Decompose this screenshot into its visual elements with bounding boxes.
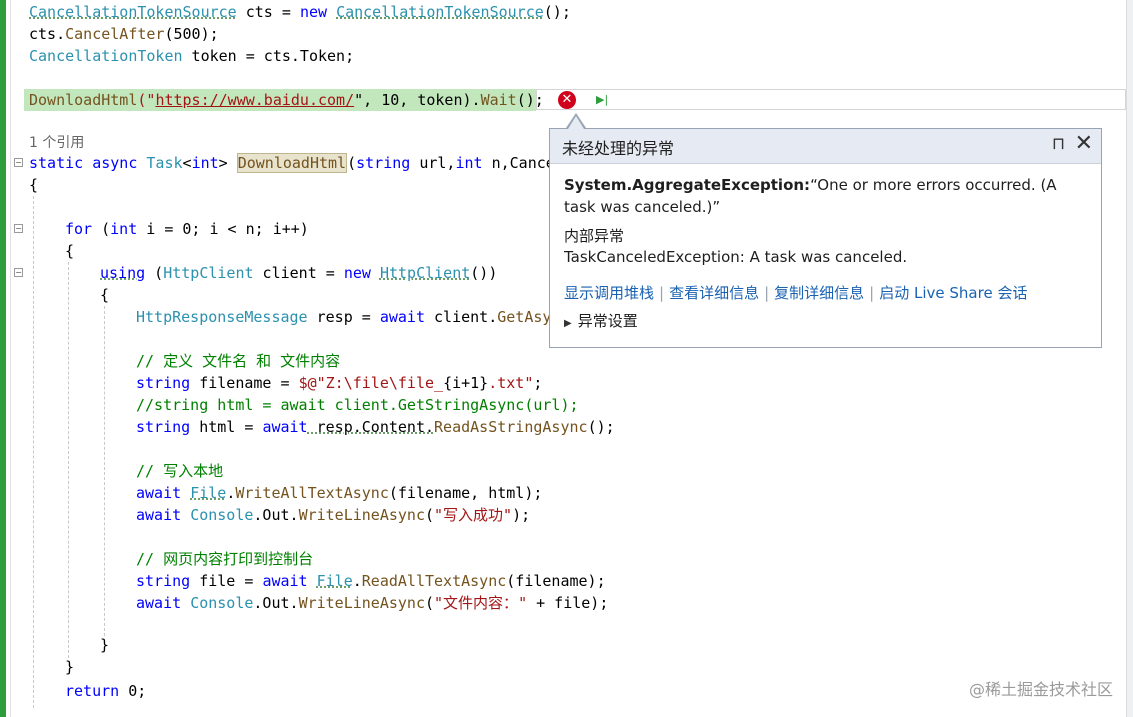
fold-toggle[interactable]: − [14, 158, 23, 167]
expand-triangle-icon: ▶ [564, 318, 572, 329]
indent-guide [104, 306, 105, 636]
editor-scrollbar-track[interactable] [1126, 0, 1133, 717]
error-circle-icon[interactable]: ✕ [558, 91, 576, 109]
code-line[interactable]: { [100, 284, 109, 306]
code-line[interactable]: static async Task<int> DownloadHtml(stri… [29, 152, 555, 174]
code-comment[interactable]: // 写入本地 [136, 460, 223, 482]
popup-pointer-inner [568, 116, 584, 129]
start-live-share-link[interactable]: 启动 Live Share 会话 [879, 284, 1027, 302]
indent-guide [68, 262, 69, 658]
code-line[interactable]: await Console.Out.WriteLineAsync("文件内容："… [136, 592, 608, 614]
code-line[interactable]: string filename = $@"Z:\file\file_{i+1}.… [136, 372, 542, 394]
code-line[interactable]: HttpResponseMessage resp = await client.… [136, 306, 551, 328]
indent-guide [33, 196, 34, 708]
code-line-current[interactable]: DownloadHtml("https://www.baidu.com/", 1… [29, 89, 544, 111]
copy-details-link[interactable]: 复制详细信息 [774, 284, 864, 302]
exception-settings-toggle[interactable]: ▶ 异常设置 [564, 310, 1087, 335]
fold-toggle[interactable]: − [14, 268, 23, 277]
code-line[interactable]: for (int i = 0; i < n; i++) [65, 218, 309, 240]
pin-icon[interactable]: ⊓ [1052, 134, 1065, 154]
code-line[interactable]: string html = await resp.Content.ReadAsS… [136, 416, 615, 438]
method-name[interactable]: DownloadHtml [236, 153, 348, 173]
url-link[interactable]: https://www.baidu.com/ [155, 91, 354, 109]
exception-helper-popup: 未经处理的异常 ⊓ ✕ System.AggregateException:“O… [549, 128, 1102, 348]
code-line[interactable]: using (HttpClient client = new HttpClien… [100, 262, 497, 284]
current-line-box [536, 89, 1126, 110]
code-line[interactable]: } [100, 634, 109, 656]
fold-toggle[interactable]: − [14, 224, 23, 233]
code-line[interactable]: CancellationTokenSource cts = new Cancel… [29, 1, 571, 23]
code-line[interactable]: { [65, 240, 74, 262]
code-line[interactable]: { [29, 174, 38, 196]
changed-lines-bar [0, 0, 6, 717]
code-line[interactable]: } [65, 656, 74, 678]
popup-title: 未经处理的异常 [562, 139, 675, 158]
action-links: 显示调用堆栈 | 查看详细信息 | 复制详细信息 | 启动 Live Share 会话 [564, 284, 1028, 302]
code-line[interactable]: cts.CancelAfter(500); [29, 23, 219, 45]
code-line[interactable]: await File.WriteAllTextAsync(filename, h… [136, 482, 542, 504]
gutter-divider [10, 0, 11, 717]
reference-count-link[interactable]: 1 个引用 [29, 132, 84, 154]
code-line[interactable]: CancellationToken token = cts.Token; [29, 45, 354, 67]
run-to-cursor-icon[interactable]: ▶| [596, 93, 608, 107]
view-details-link[interactable]: 查看详细信息 [669, 284, 759, 302]
exception-message: System.AggregateException:“One or more e… [564, 176, 1057, 216]
code-comment[interactable]: // 定义 文件名 和 文件内容 [136, 350, 340, 372]
code-comment[interactable]: //string html = await client.GetStringAs… [136, 394, 579, 416]
code-comment[interactable]: // 网页内容打印到控制台 [136, 548, 313, 570]
watermark: @稀土掘金技术社区 [968, 680, 1113, 699]
code-line[interactable]: return 0; [65, 680, 146, 702]
code-line[interactable]: string file = await File.ReadAllTextAsyn… [136, 570, 606, 592]
close-icon[interactable]: ✕ [1075, 131, 1093, 157]
inner-exception-message: TaskCanceledException: A task was cancel… [564, 248, 908, 266]
inner-exception-title: 内部异常 [564, 227, 625, 245]
popup-header: 未经处理的异常 ⊓ ✕ [550, 129, 1101, 164]
show-call-stack-link[interactable]: 显示调用堆栈 [564, 284, 654, 302]
code-line[interactable]: await Console.Out.WriteLineAsync("写入成功")… [136, 504, 530, 526]
